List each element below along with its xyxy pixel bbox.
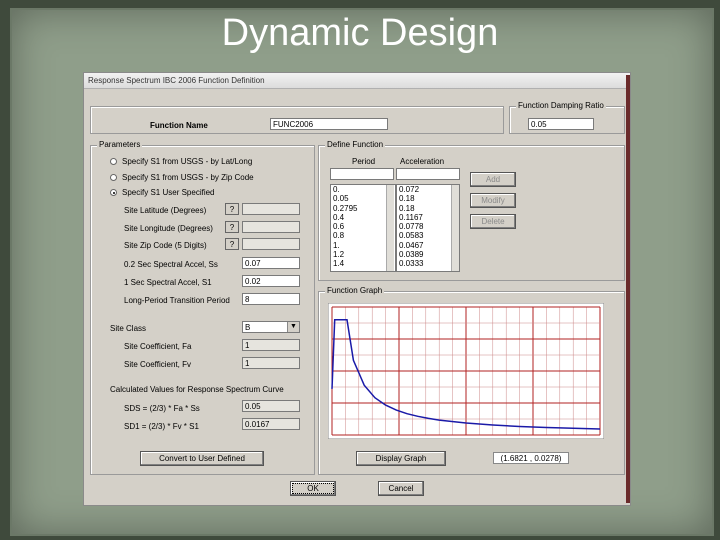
list-item[interactable]: 0.0778	[397, 222, 459, 231]
tl-input[interactable]: 8	[242, 293, 300, 305]
response-spectrum-dialog: Response Spectrum IBC 2006 Function Defi…	[83, 72, 631, 506]
window-edge-scrollbar[interactable]	[626, 75, 630, 503]
list-item[interactable]: 0.18	[397, 194, 459, 203]
sds-value: 0.05	[242, 400, 300, 412]
site-longitude-label: Site Longitude (Degrees)	[124, 224, 213, 233]
define-function-group-label: Define Function	[325, 140, 386, 149]
site-longitude-help-button[interactable]: ?	[225, 221, 239, 233]
fa-input[interactable]: 1	[242, 339, 300, 351]
period-list-scrollbar[interactable]	[386, 185, 394, 271]
tl-label: Long-Period Transition Period	[124, 296, 230, 305]
ss-input[interactable]: 0.07	[242, 257, 300, 269]
radio-by-zip-code-label: Specify S1 from USGS - by Zip Code	[122, 173, 254, 182]
acceleration-header: Acceleration	[400, 157, 445, 166]
period-header: Period	[352, 157, 376, 166]
damping-group-label: Function Damping Ratio	[516, 101, 606, 110]
list-item[interactable]: 0.18	[397, 204, 459, 213]
function-graph-group-label: Function Graph	[325, 286, 385, 295]
convert-to-user-defined-button[interactable]: Convert to User Defined	[140, 451, 264, 466]
damping-ratio-input[interactable]: 0.05	[528, 118, 594, 130]
cancel-button[interactable]: Cancel	[378, 481, 424, 496]
site-class-value: B	[245, 323, 251, 332]
list-item[interactable]: 0.0389	[397, 250, 459, 259]
acceleration-input[interactable]	[396, 168, 460, 180]
fv-input[interactable]: 1	[242, 357, 300, 369]
site-class-label: Site Class	[110, 324, 147, 333]
sds-label: SDS = (2/3) * Fa * Ss	[124, 404, 200, 413]
acceleration-list-scrollbar[interactable]	[451, 185, 459, 271]
function-name-input[interactable]: FUNC2006	[270, 118, 388, 130]
delete-button[interactable]: Delete	[470, 214, 516, 229]
slide-title: Dynamic Design	[221, 12, 499, 54]
add-button[interactable]: Add	[470, 172, 516, 187]
dialog-titlebar[interactable]: Response Spectrum IBC 2006 Function Defi…	[84, 73, 630, 89]
dialog-title: Response Spectrum IBC 2006 Function Defi…	[88, 76, 265, 85]
chevron-down-icon[interactable]: ▼	[287, 322, 299, 332]
fa-label: Site Coefficient, Fa	[124, 342, 192, 351]
ok-button[interactable]: OK	[290, 481, 336, 496]
sd1-label: SD1 = (2/3) * Fv * S1	[124, 422, 199, 431]
radio-by-zip-code[interactable]	[110, 174, 117, 181]
function-name-label: Function Name	[150, 121, 208, 130]
calc-values-label: Calculated Values for Response Spectrum …	[110, 385, 284, 394]
cursor-coordinate-readout: (1.6821 , 0.0278)	[493, 452, 569, 464]
site-latitude-help-button[interactable]: ?	[225, 203, 239, 215]
display-graph-button[interactable]: Display Graph	[356, 451, 446, 466]
site-class-select[interactable]: B ▼	[242, 321, 300, 333]
sd1-value: 0.0167	[242, 418, 300, 430]
fv-label: Site Coefficient, Fv	[124, 360, 191, 369]
list-item[interactable]: 0.0583	[397, 231, 459, 240]
list-item[interactable]: 0.1167	[397, 213, 459, 222]
list-item[interactable]: 0.0467	[397, 241, 459, 250]
s1-input[interactable]: 0.02	[242, 275, 300, 287]
parameters-group-label: Parameters	[97, 140, 143, 149]
radio-user-specified[interactable]	[110, 189, 117, 196]
site-zip-help-button[interactable]: ?	[225, 238, 239, 250]
list-item[interactable]: 0.0333	[397, 259, 459, 268]
list-item[interactable]: 0.072	[397, 185, 459, 194]
modify-button[interactable]: Modify	[470, 193, 516, 208]
site-latitude-input[interactable]	[242, 203, 300, 215]
radio-by-lat-long[interactable]	[110, 158, 117, 165]
site-latitude-label: Site Latitude (Degrees)	[124, 206, 207, 215]
function-graph-chart[interactable]	[328, 303, 604, 439]
radio-user-specified-label: Specify S1 User Specified	[122, 188, 215, 197]
s1-label: 1 Sec Spectral Accel, S1	[124, 278, 212, 287]
site-zip-input[interactable]	[242, 238, 300, 250]
ss-label: 0.2 Sec Spectral Accel, Ss	[124, 260, 218, 269]
period-input[interactable]	[330, 168, 394, 180]
radio-by-lat-long-label: Specify S1 from USGS - by Lat/Long	[122, 157, 253, 166]
site-zip-label: Site Zip Code (5 Digits)	[124, 241, 207, 250]
site-longitude-input[interactable]	[242, 221, 300, 233]
